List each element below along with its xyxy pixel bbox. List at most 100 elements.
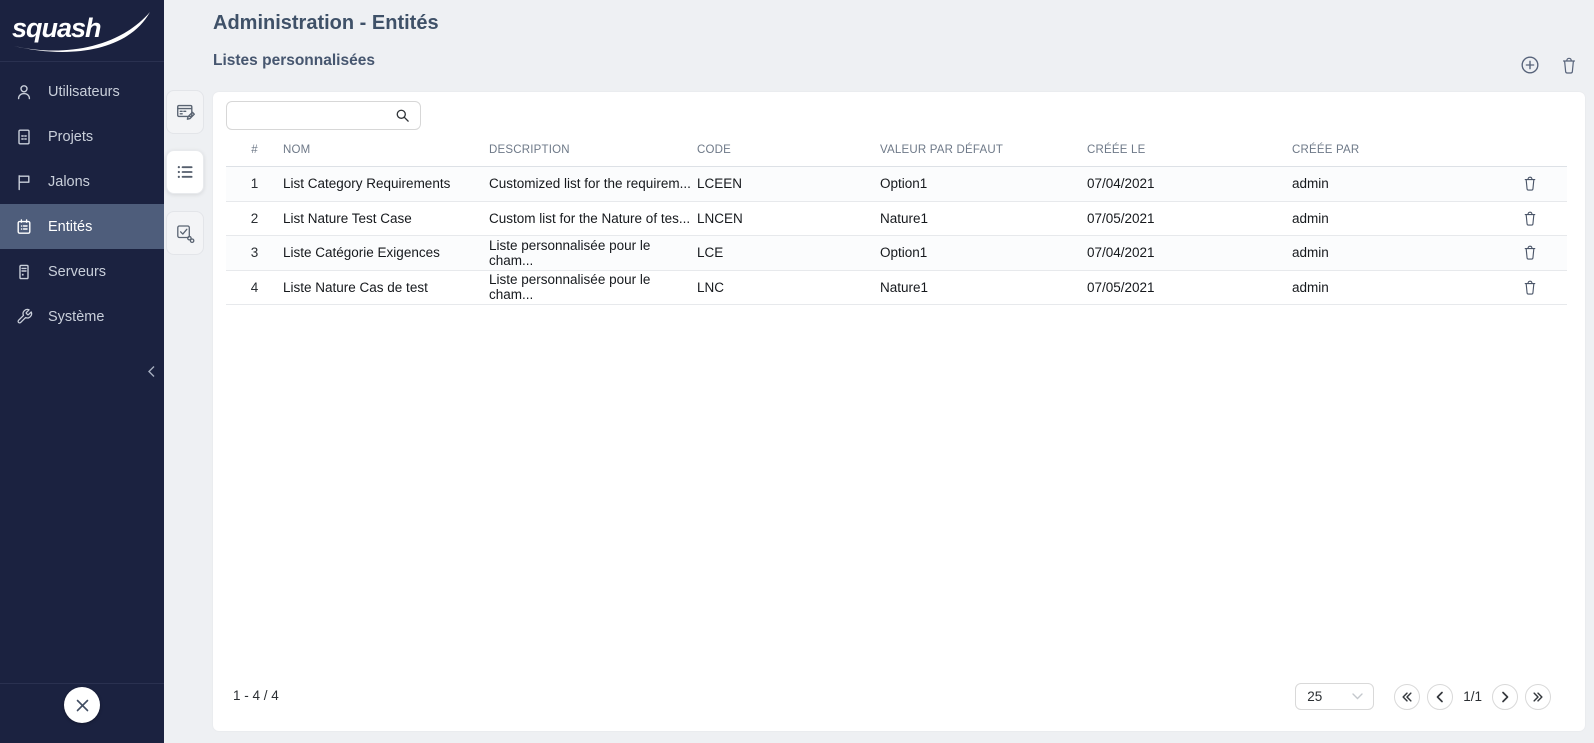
custom-fields-icon	[175, 102, 196, 123]
plus-circle-icon	[1520, 55, 1540, 75]
close-admin-button[interactable]	[64, 687, 100, 723]
sidebar-nav: Utilisateurs Projets Jal	[0, 62, 164, 339]
trash-icon	[1523, 279, 1537, 296]
column-header-valeur[interactable]: VALEUR PAR DÉFAUT	[880, 144, 1087, 156]
cell-index: 4	[226, 280, 283, 295]
cell-code: LNC	[697, 280, 880, 295]
user-icon	[15, 83, 33, 101]
chevron-down-icon	[1352, 693, 1363, 700]
cell-created-on: 07/05/2021	[1087, 211, 1292, 226]
delete-row-button[interactable]	[1521, 208, 1539, 228]
chevron-left-icon	[147, 365, 156, 378]
pagination-controls: 25 1/1	[1295, 683, 1551, 710]
main-content: Administration - Entités Listes personna…	[164, 0, 1594, 743]
cell-default-value: Nature1	[880, 280, 1087, 295]
cell-default-value: Option1	[880, 176, 1087, 191]
sidebar-item-projets[interactable]: Projets	[0, 114, 164, 159]
double-chevron-left-icon	[1401, 691, 1413, 703]
cell-description: Customized list for the requirem...	[489, 176, 697, 191]
file-icon	[15, 128, 33, 146]
cell-created-by: admin	[1292, 211, 1500, 226]
cell-default-value: Nature1	[880, 211, 1087, 226]
cell-created-on: 07/04/2021	[1087, 245, 1292, 260]
flag-icon	[15, 173, 33, 191]
clipboard-icon	[15, 218, 33, 236]
next-page-button[interactable]	[1492, 684, 1518, 710]
sidebar-item-entites[interactable]: Entités	[0, 204, 164, 249]
squash-logo[interactable]: squash	[0, 0, 164, 62]
list-toolbar	[1519, 54, 1580, 76]
table-row[interactable]: 1 List Category Requirements Customized …	[226, 167, 1567, 202]
sidebar-item-label: Entités	[48, 219, 92, 235]
search-input[interactable]	[226, 101, 421, 130]
cell-name: Liste Nature Cas de test	[283, 280, 489, 295]
squash-logo-icon: squash	[6, 6, 156, 56]
cell-name: List Category Requirements	[283, 176, 489, 191]
page-size-select[interactable]: 25	[1295, 683, 1374, 710]
tab-custom-fields[interactable]	[166, 90, 204, 134]
cell-created-on: 07/05/2021	[1087, 280, 1292, 295]
cell-description: Liste personnalisée pour le cham...	[489, 272, 697, 302]
sidebar-item-systeme[interactable]: Système	[0, 294, 164, 339]
page-indicator: 1/1	[1460, 689, 1485, 704]
custom-lists-card: # NOM DESCRIPTION CODE VALEUR PAR DÉFAUT…	[213, 92, 1585, 731]
linked-lists-icon	[175, 223, 196, 244]
delete-row-button[interactable]	[1521, 174, 1539, 194]
cell-index: 1	[226, 176, 283, 191]
trash-icon	[1561, 56, 1577, 75]
column-header-description[interactable]: DESCRIPTION	[489, 144, 697, 156]
server-icon	[15, 263, 33, 281]
tab-custom-lists[interactable]	[166, 150, 204, 194]
sidebar-item-serveurs[interactable]: Serveurs	[0, 249, 164, 294]
cell-created-by: admin	[1292, 176, 1500, 191]
chevron-left-icon	[1435, 691, 1445, 703]
delete-lists-button[interactable]	[1558, 54, 1580, 76]
table-row[interactable]: 4 Liste Nature Cas de test Liste personn…	[226, 271, 1567, 306]
tab-linked-lists[interactable]	[166, 211, 204, 255]
wrench-icon	[15, 308, 33, 326]
sidebar-item-label: Utilisateurs	[48, 84, 120, 100]
cell-name: Liste Catégorie Exigences	[283, 245, 489, 260]
previous-page-button[interactable]	[1427, 684, 1453, 710]
cell-name: List Nature Test Case	[283, 211, 489, 226]
page-size-value: 25	[1307, 689, 1322, 704]
search-box	[226, 101, 421, 130]
cell-index: 3	[226, 245, 283, 260]
cell-default-value: Option1	[880, 245, 1087, 260]
table-row[interactable]: 3 Liste Catégorie Exigences Liste person…	[226, 236, 1567, 271]
last-page-button[interactable]	[1525, 684, 1551, 710]
sidebar-item-label: Projets	[48, 129, 93, 145]
cell-created-by: admin	[1292, 245, 1500, 260]
sidebar-collapse-button[interactable]	[142, 362, 160, 380]
delete-row-button[interactable]	[1521, 277, 1539, 297]
table-row[interactable]: 2 List Nature Test Case Custom list for …	[226, 202, 1567, 237]
add-list-button[interactable]	[1519, 54, 1541, 76]
cell-description: Liste personnalisée pour le cham...	[489, 238, 697, 268]
delete-row-button[interactable]	[1521, 243, 1539, 263]
column-header-creee-le[interactable]: CRÉÉE LE	[1087, 144, 1292, 156]
column-header-index[interactable]: #	[226, 144, 283, 156]
cell-created-on: 07/04/2021	[1087, 176, 1292, 191]
chevron-right-icon	[1500, 691, 1510, 703]
sidebar-item-utilisateurs[interactable]: Utilisateurs	[0, 69, 164, 114]
cell-code: LCEEN	[697, 176, 880, 191]
close-icon	[75, 698, 90, 713]
sidebar-item-label: Serveurs	[48, 264, 106, 280]
column-header-code[interactable]: CODE	[697, 144, 880, 156]
custom-lists-table: # NOM DESCRIPTION CODE VALEUR PAR DÉFAUT…	[226, 134, 1567, 305]
cell-code: LCE	[697, 245, 880, 260]
double-chevron-right-icon	[1532, 691, 1544, 703]
cell-index: 2	[226, 211, 283, 226]
sidebar-item-label: Système	[48, 309, 104, 325]
sidebar-item-label: Jalons	[48, 174, 90, 190]
cell-created-by: admin	[1292, 280, 1500, 295]
sidebar: squash Utilisateurs	[0, 0, 164, 743]
column-header-creee-par[interactable]: CRÉÉE PAR	[1292, 144, 1500, 156]
custom-lists-icon	[174, 161, 196, 183]
first-page-button[interactable]	[1394, 684, 1420, 710]
column-header-nom[interactable]: NOM	[283, 144, 489, 156]
page-subtitle: Listes personnalisées	[213, 52, 375, 70]
app-window: squash Utilisateurs	[0, 0, 1594, 743]
sidebar-divider	[0, 683, 164, 684]
sidebar-item-jalons[interactable]: Jalons	[0, 159, 164, 204]
